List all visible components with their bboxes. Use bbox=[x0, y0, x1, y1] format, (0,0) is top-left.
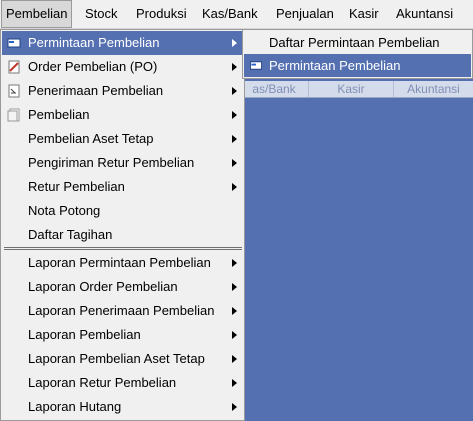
menu-item-laporan-pembelian-aset-tetap[interactable]: Laporan Pembelian Aset Tetap bbox=[2, 347, 243, 371]
menu-item-label: Laporan Pembelian Aset Tetap bbox=[28, 351, 205, 366]
menu-kasir[interactable]: Kasir bbox=[345, 0, 383, 28]
submenu-arrow-icon bbox=[232, 283, 237, 291]
submenu-arrow-icon bbox=[232, 259, 237, 267]
menu-item-order-pembelian[interactable]: Order Pembelian (PO) bbox=[2, 55, 243, 79]
bg-tab-akuntansi: Akuntansi bbox=[407, 82, 460, 96]
menu-item-laporan-penerimaan-pembelian[interactable]: Laporan Penerimaan Pembelian bbox=[2, 299, 243, 323]
menu-item-penerimaan-pembelian[interactable]: Penerimaan Pembelian bbox=[2, 79, 243, 103]
menu-item-laporan-retur-pembelian[interactable]: Laporan Retur Pembelian bbox=[2, 371, 243, 395]
menu-stock[interactable]: Stock bbox=[81, 0, 122, 28]
menu-item-label: Permintaan Pembelian bbox=[28, 35, 160, 50]
submenu-arrow-icon bbox=[232, 379, 237, 387]
submenu-arrow-icon bbox=[232, 403, 237, 411]
invoice-icon bbox=[7, 108, 20, 122]
menu-item-laporan-hutang[interactable]: Laporan Hutang bbox=[2, 395, 243, 419]
purchase-order-icon bbox=[8, 60, 20, 74]
submenu-arrow-icon bbox=[232, 87, 237, 95]
menu-item-laporan-pembelian[interactable]: Laporan Pembelian bbox=[2, 323, 243, 347]
permintaan-pembelian-submenu: Daftar Permintaan Pembelian Permintaan P… bbox=[242, 29, 473, 79]
menu-pembelian[interactable]: Pembelian bbox=[1, 0, 73, 28]
submenu-arrow-icon bbox=[232, 159, 237, 167]
submenu-arrow-icon bbox=[232, 63, 237, 71]
menu-item-label: Laporan Pembelian bbox=[28, 327, 141, 342]
menu-item-label: Nota Potong bbox=[28, 203, 101, 218]
submenu-arrow-icon bbox=[232, 331, 237, 339]
bg-tab-kasbank: as/Bank bbox=[240, 81, 309, 97]
menu-item-label: Laporan Hutang bbox=[28, 399, 122, 414]
menu-item-daftar-tagihan[interactable]: Daftar Tagihan bbox=[2, 223, 243, 247]
receipt-icon bbox=[8, 84, 20, 98]
menu-item-pengiriman-retur-pembelian[interactable]: Pengiriman Retur Pembelian bbox=[2, 151, 243, 175]
menu-item-laporan-permintaan-pembelian[interactable]: Laporan Permintaan Pembelian bbox=[2, 251, 243, 275]
submenu-arrow-icon bbox=[232, 355, 237, 363]
menu-item-label: Pembelian bbox=[28, 107, 90, 122]
menu-bar: Pembelian Stock Produksi Kas/Bank Penjua… bbox=[0, 0, 473, 29]
menu-akuntansi[interactable]: Akuntansi bbox=[392, 0, 457, 28]
submenu-arrow-icon bbox=[232, 307, 237, 315]
menu-item-laporan-order-pembelian[interactable]: Laporan Order Pembelian bbox=[2, 275, 243, 299]
menu-item-label: Pembelian Aset Tetap bbox=[28, 131, 154, 146]
menu-produksi[interactable]: Produksi bbox=[132, 0, 191, 28]
submenu-item-permintaan-pembelian[interactable]: Permintaan Pembelian bbox=[244, 54, 471, 77]
bg-tab-kasir: Kasir bbox=[309, 81, 394, 97]
request-form-icon bbox=[249, 61, 263, 70]
menu-item-label: Penerimaan Pembelian bbox=[28, 83, 164, 98]
menu-item-permintaan-pembelian[interactable]: Permintaan Pembelian bbox=[2, 31, 243, 55]
menu-item-label: Daftar Tagihan bbox=[28, 227, 113, 242]
menu-item-pembelian-aset-tetap[interactable]: Pembelian Aset Tetap bbox=[2, 127, 243, 151]
submenu-arrow-icon bbox=[232, 183, 237, 191]
background-toolbar: as/Bank Kasir Akuntansi bbox=[240, 81, 473, 98]
menu-item-label: Order Pembelian (PO) bbox=[28, 59, 158, 74]
pembelian-dropdown: Permintaan Pembelian Order Pembelian (PO… bbox=[0, 29, 245, 421]
request-form-icon bbox=[7, 38, 21, 48]
submenu-arrow-icon bbox=[232, 135, 237, 143]
menu-kas-bank[interactable]: Kas/Bank bbox=[198, 0, 262, 28]
submenu-arrow-icon bbox=[232, 111, 237, 119]
menu-item-label: Laporan Penerimaan Pembelian bbox=[28, 303, 215, 318]
menu-item-retur-pembelian[interactable]: Retur Pembelian bbox=[2, 175, 243, 199]
menu-penjualan[interactable]: Penjualan bbox=[272, 0, 338, 28]
submenu-item-label: Permintaan Pembelian bbox=[269, 58, 401, 73]
menu-item-label: Laporan Order Pembelian bbox=[28, 279, 178, 294]
submenu-arrow-icon bbox=[232, 39, 237, 47]
menu-separator bbox=[4, 247, 242, 250]
submenu-item-label: Daftar Permintaan Pembelian bbox=[269, 35, 440, 50]
menu-item-pembelian[interactable]: Pembelian bbox=[2, 103, 243, 127]
submenu-item-daftar-permintaan-pembelian[interactable]: Daftar Permintaan Pembelian bbox=[244, 31, 471, 54]
menu-item-label: Laporan Retur Pembelian bbox=[28, 375, 177, 390]
menu-item-nota-potong[interactable]: Nota Potong bbox=[2, 199, 243, 223]
menu-item-label: Laporan Permintaan Pembelian bbox=[28, 255, 211, 270]
menu-item-label: Pengiriman Retur Pembelian bbox=[28, 155, 195, 170]
menu-item-label: Retur Pembelian bbox=[28, 179, 125, 194]
